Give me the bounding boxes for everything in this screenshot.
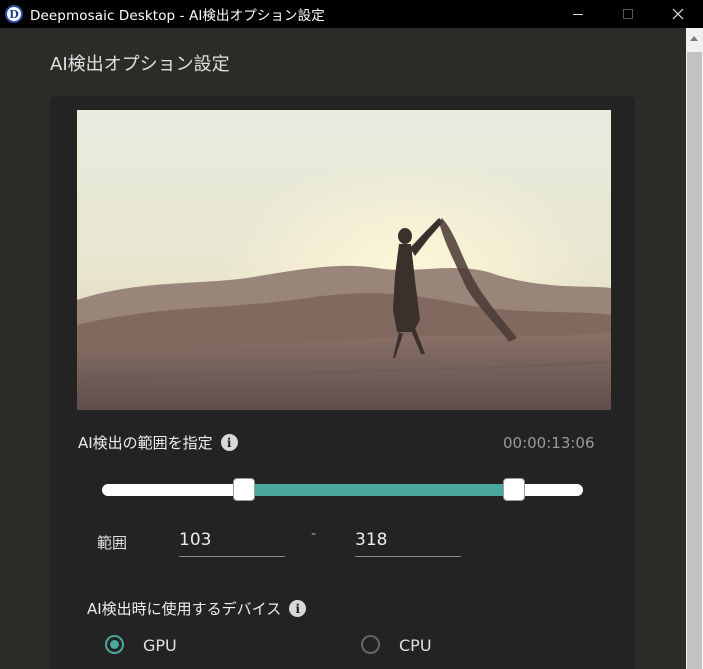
close-icon: [672, 8, 684, 20]
info-icon[interactable]: i: [289, 600, 307, 617]
range-end-handle[interactable]: [503, 478, 526, 501]
cpu-radio[interactable]: [361, 635, 380, 654]
device-label-text: AI検出時に使用するデバイス: [87, 600, 282, 618]
title-bar: D Deepmosaic Desktop - AI検出オプション設定: [0, 0, 703, 28]
scroll-thumb[interactable]: [687, 52, 702, 669]
window-title: Deepmosaic Desktop - AI検出オプション設定: [30, 8, 325, 24]
video-preview: [77, 110, 611, 410]
detection-range-text: AI検出の範囲を指定: [78, 434, 213, 452]
vertical-scrollbar[interactable]: [686, 28, 703, 669]
minimize-button[interactable]: [553, 0, 603, 28]
gpu-radio-label[interactable]: GPU: [143, 636, 177, 655]
desert-scene-image: [77, 110, 611, 410]
range-start-field[interactable]: 103: [179, 526, 285, 557]
timecode: 00:00:13:06: [503, 434, 595, 452]
range-start-handle[interactable]: [233, 478, 256, 501]
detection-range-label: AI検出の範囲を指定 i: [78, 432, 238, 453]
window-controls: [553, 0, 703, 28]
device-label: AI検出時に使用するデバイス i: [87, 598, 307, 619]
minimize-icon: [573, 13, 583, 15]
cpu-radio-label[interactable]: CPU: [399, 636, 432, 655]
gpu-radio[interactable]: [105, 635, 124, 654]
range-slider-fill: [244, 484, 515, 496]
scroll-up-arrow-icon[interactable]: [690, 36, 698, 41]
page-title: AI検出オプション設定: [50, 54, 230, 75]
info-icon[interactable]: i: [220, 434, 238, 451]
app-logo-icon: D: [5, 5, 23, 23]
close-button[interactable]: [653, 0, 703, 28]
range-end-field[interactable]: 318: [355, 526, 461, 557]
range-separator: -: [311, 526, 317, 542]
range-fields-label: 範囲: [97, 534, 128, 552]
maximize-button[interactable]: [603, 0, 653, 28]
maximize-icon: [623, 9, 633, 19]
